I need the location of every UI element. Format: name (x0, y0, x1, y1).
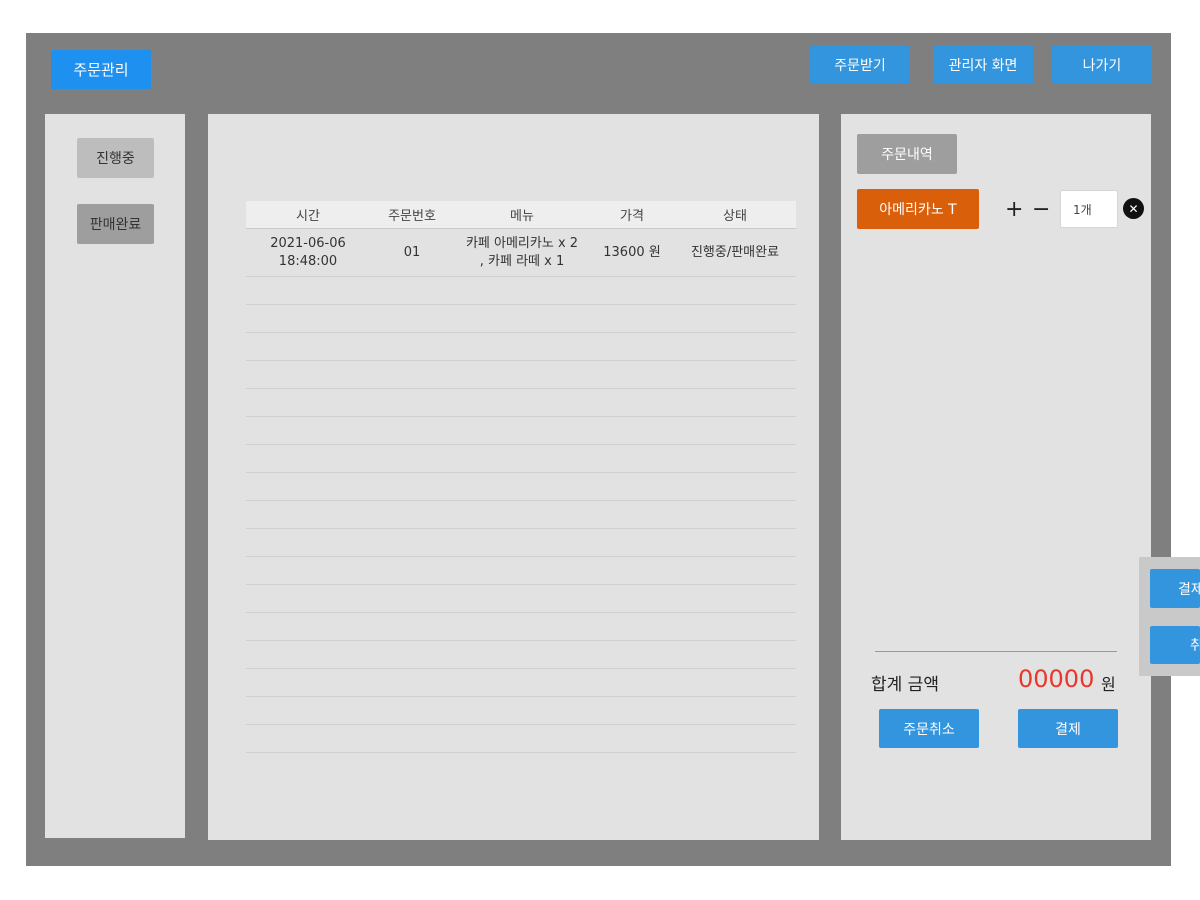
table-row (246, 389, 796, 417)
table-row (246, 697, 796, 725)
filter-in-progress-button[interactable]: 진행중 (77, 138, 154, 178)
receive-order-button[interactable]: 주문받기 (810, 45, 910, 84)
table-row (246, 669, 796, 697)
cell-price: 13600 원 (603, 244, 661, 260)
cell-menu: 카페 아메리카노 x 2 , 카페 라떼 x 1 (465, 235, 579, 269)
order-item-americano[interactable]: 아메리카노 T (857, 189, 979, 229)
total-divider (875, 651, 1117, 652)
exit-button[interactable]: 나가기 (1052, 45, 1152, 84)
total-value: 00000 (1018, 665, 1095, 693)
pay-button[interactable]: 결제 (1018, 709, 1118, 748)
cancel-order-button[interactable]: 주문취소 (879, 709, 979, 748)
order-table: 시간 주문번호 메뉴 가격 상태 2021-06-06 18:48:00 01 … (246, 201, 796, 753)
table-row (246, 529, 796, 557)
table-row (246, 585, 796, 613)
table-header: 시간 주문번호 메뉴 가격 상태 (246, 201, 796, 229)
app-title-button[interactable]: 주문관리 (51, 50, 151, 89)
filter-sold-out-button[interactable]: 판매완료 (77, 204, 154, 244)
table-row (246, 361, 796, 389)
minus-icon[interactable]: − (1032, 199, 1050, 221)
cell-time: 2021-06-06 18:48:00 (270, 235, 346, 269)
plus-icon[interactable]: + (1005, 199, 1023, 221)
cell-status: 진행중/판매완료 (690, 244, 780, 260)
table-row[interactable]: 2021-06-06 18:48:00 01 카페 아메리카노 x 2 , 카페… (246, 229, 796, 277)
table-row (246, 473, 796, 501)
header-price: 가격 (620, 209, 644, 224)
table-row (246, 641, 796, 669)
table-row (246, 557, 796, 585)
table-row (246, 445, 796, 473)
total-currency: 원 (1101, 675, 1116, 694)
overflow-pay-button[interactable]: 결제 (1150, 569, 1200, 608)
header-time: 시간 (296, 209, 320, 224)
table-row (246, 277, 796, 305)
header-menu: 메뉴 (510, 209, 534, 224)
table-row (246, 725, 796, 753)
table-row (246, 613, 796, 641)
table-row (246, 417, 796, 445)
header-status: 상태 (723, 209, 747, 224)
admin-screen-button[interactable]: 관리자 화면 (933, 45, 1033, 84)
table-row (246, 305, 796, 333)
total-label: 합계 금액 (871, 675, 939, 695)
overflow-cancel-button[interactable]: 취 (1150, 626, 1200, 664)
quantity-field[interactable]: 1개 (1060, 190, 1118, 228)
table-row (246, 333, 796, 361)
cell-order-no: 01 (403, 244, 421, 260)
order-history-title: 주문내역 (857, 134, 957, 174)
remove-item-icon[interactable]: ✕ (1123, 198, 1144, 219)
table-row (246, 501, 796, 529)
header-order-no: 주문번호 (388, 209, 436, 224)
